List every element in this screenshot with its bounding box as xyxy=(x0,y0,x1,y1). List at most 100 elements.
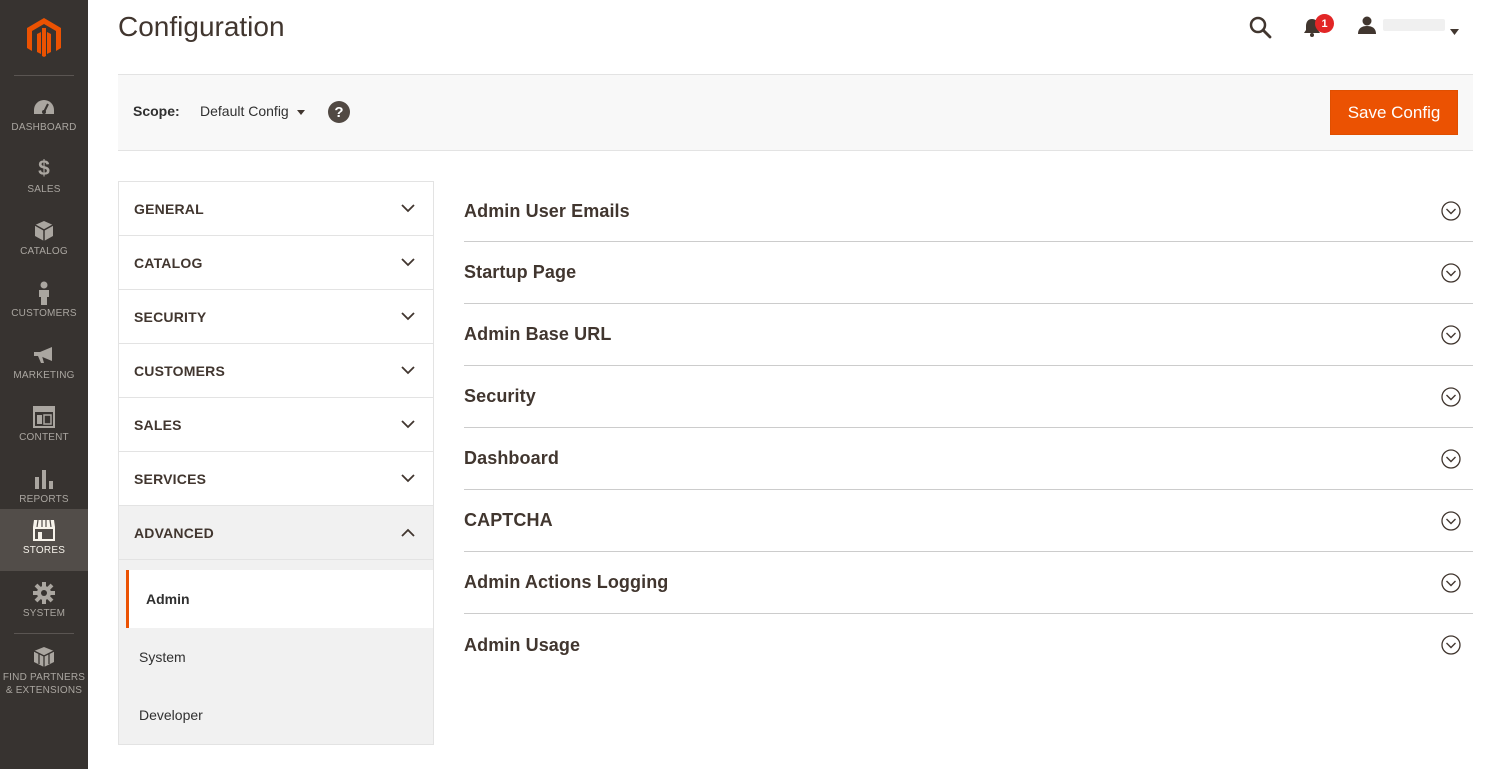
nav-item-content[interactable]: CONTENT xyxy=(0,396,88,458)
nav-item-sales[interactable]: $ SALES xyxy=(0,148,88,210)
tab-label: ADVANCED xyxy=(134,524,214,541)
nav-item-label: REPORTS xyxy=(19,494,69,505)
tab-label: SECURITY xyxy=(134,308,207,325)
dashboard-icon xyxy=(32,96,56,118)
store-icon xyxy=(32,519,56,541)
bar-chart-icon xyxy=(34,468,54,490)
cubes-icon xyxy=(32,646,56,668)
section-security[interactable]: Security xyxy=(464,366,1473,428)
save-config-button[interactable]: Save Config xyxy=(1330,90,1458,135)
section-title: Dashboard xyxy=(464,448,559,468)
tab-security[interactable]: SECURITY xyxy=(119,290,433,344)
section-admin-user-emails[interactable]: Admin User Emails xyxy=(464,181,1473,242)
expand-circle-icon xyxy=(1441,324,1461,345)
section-title: Admin Usage xyxy=(464,634,581,655)
chevron-down-icon xyxy=(401,420,415,429)
nav-item-label: MARKETING xyxy=(13,370,75,381)
user-menu-caret-icon[interactable] xyxy=(1450,22,1459,40)
nav-item-label-line1: FIND PARTNERS xyxy=(2,672,86,683)
tab-catalog[interactable]: CATALOG xyxy=(119,236,433,290)
magento-logo[interactable] xyxy=(0,0,88,76)
nav-item-label: CUSTOMERS xyxy=(11,308,77,319)
expand-circle-icon xyxy=(1441,635,1461,655)
section-title: Admin Base URL xyxy=(464,324,612,344)
box-icon xyxy=(34,220,54,242)
tab-services[interactable]: SERVICES xyxy=(119,452,433,506)
chevron-down-icon xyxy=(401,204,415,213)
scope-value: Default Config xyxy=(200,103,289,119)
scope-switcher[interactable]: Default Config xyxy=(200,103,305,119)
chevron-up-icon xyxy=(401,528,415,537)
megaphone-icon xyxy=(32,344,56,366)
section-admin-actions-logging[interactable]: Admin Actions Logging xyxy=(464,552,1473,614)
section-title: CAPTCHA xyxy=(464,510,553,530)
nav-item-label: DASHBOARD xyxy=(11,122,77,133)
tab-label: GENERAL xyxy=(134,200,204,217)
nav-item-label: FIND PARTNERS & EXTENSIONS xyxy=(3,671,85,697)
tab-label: SERVICES xyxy=(134,470,207,487)
nav-item-label: CONTENT xyxy=(19,432,69,443)
tab-item-system[interactable]: System xyxy=(119,628,433,686)
tab-customers[interactable]: CUSTOMERS xyxy=(119,344,433,398)
main-navigation: DASHBOARD $ SALES CATALOG CUSTOMERS MARK… xyxy=(0,0,88,769)
nav-item-system[interactable]: SYSTEM xyxy=(0,572,88,634)
tab-sales[interactable]: SALES xyxy=(119,398,433,452)
nav-item-label: STORES xyxy=(22,545,66,556)
tab-label: SALES xyxy=(134,416,182,433)
section-captcha[interactable]: CAPTCHA xyxy=(464,490,1473,552)
tab-item-admin[interactable]: Admin xyxy=(126,570,433,628)
person-icon xyxy=(37,281,51,305)
tab-general[interactable]: GENERAL xyxy=(119,182,433,236)
nav-item-label: CATALOG xyxy=(20,246,68,257)
dollar-icon: $ xyxy=(38,157,50,180)
nav-item-catalog[interactable]: CATALOG xyxy=(0,210,88,272)
section-title: Startup Page xyxy=(464,262,577,282)
user-name[interactable] xyxy=(1383,19,1445,31)
chevron-down-icon xyxy=(401,258,415,267)
expand-circle-icon xyxy=(1441,262,1461,283)
search-icon[interactable] xyxy=(1248,15,1272,44)
nav-item-find-partners[interactable]: FIND PARTNERS & EXTENSIONS xyxy=(0,636,88,706)
expand-circle-icon xyxy=(1441,201,1461,221)
nav-item-stores[interactable]: STORES xyxy=(0,509,88,571)
config-sections: Admin User Emails Startup Page Admin Bas… xyxy=(464,181,1473,676)
expand-circle-icon xyxy=(1441,510,1461,531)
chevron-down-icon xyxy=(401,312,415,321)
section-admin-usage[interactable]: Admin Usage xyxy=(464,614,1473,676)
section-title: Admin Actions Logging xyxy=(464,572,669,592)
section-startup-page[interactable]: Startup Page xyxy=(464,242,1473,304)
magento-logo-icon xyxy=(27,18,61,57)
help-icon[interactable]: ? xyxy=(328,101,350,123)
tab-advanced[interactable]: ADVANCED xyxy=(119,506,433,560)
section-dashboard[interactable]: Dashboard xyxy=(464,428,1473,490)
chevron-down-icon xyxy=(401,474,415,483)
layout-icon xyxy=(33,406,55,428)
tab-label: CUSTOMERS xyxy=(134,362,225,379)
nav-divider xyxy=(14,633,74,634)
page-title: Configuration xyxy=(118,11,285,42)
scope-label: Scope: xyxy=(133,103,180,119)
nav-item-marketing[interactable]: MARKETING xyxy=(0,334,88,396)
notifications-badge[interactable]: 1 xyxy=(1315,14,1334,33)
nav-item-label: SALES xyxy=(27,184,61,195)
nav-item-label-line2: & EXTENSIONS xyxy=(5,685,83,696)
chevron-down-icon xyxy=(401,366,415,375)
expand-circle-icon xyxy=(1441,572,1461,593)
tab-item-developer[interactable]: Developer xyxy=(119,686,433,744)
section-title: Admin User Emails xyxy=(464,200,630,221)
gear-icon xyxy=(33,582,55,604)
expand-circle-icon xyxy=(1441,386,1461,407)
nav-item-customers[interactable]: CUSTOMERS xyxy=(0,272,88,334)
section-admin-base-url[interactable]: Admin Base URL xyxy=(464,304,1473,366)
config-tabs: GENERAL CATALOG SECURITY CUSTOMERS SALES… xyxy=(118,181,434,745)
nav-item-dashboard[interactable]: DASHBOARD xyxy=(0,86,88,148)
tab-label: CATALOG xyxy=(134,254,203,271)
nav-divider xyxy=(14,75,74,76)
section-title: Security xyxy=(464,386,536,406)
user-icon[interactable] xyxy=(1357,16,1377,39)
expand-circle-icon xyxy=(1441,448,1461,469)
scope-toolbar: Scope: Default Config ? Save Config xyxy=(118,74,1473,151)
nav-item-label: SYSTEM xyxy=(22,608,66,619)
chevron-down-icon xyxy=(296,109,305,115)
advanced-subitems: Admin System Developer xyxy=(119,560,433,744)
